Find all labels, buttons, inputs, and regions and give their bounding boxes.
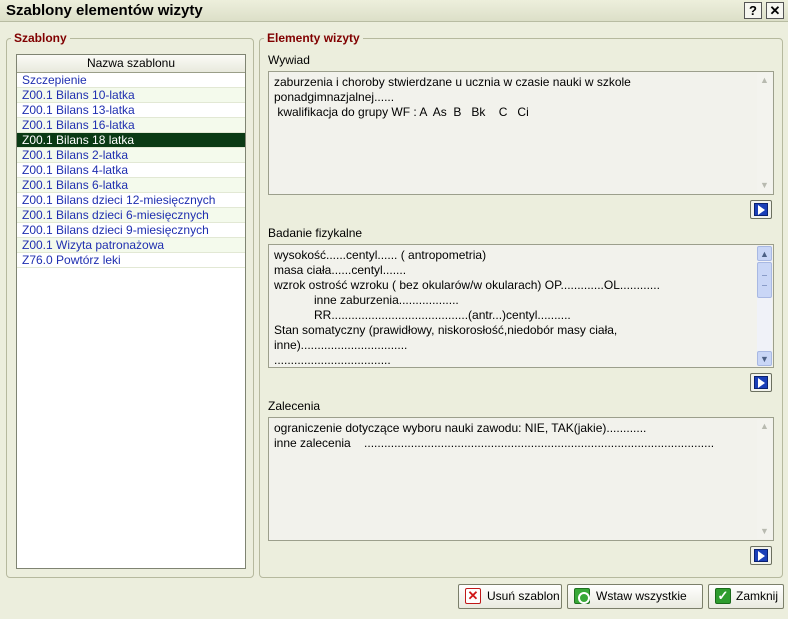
physical-exam-textbox[interactable]: wysokość......centyl...... ( antropometr… xyxy=(268,244,774,368)
scroll-down-icon[interactable]: ▼ xyxy=(757,351,772,366)
insert-recommendations-button[interactable] xyxy=(750,546,772,565)
insert-interview-button[interactable] xyxy=(750,200,772,219)
template-list-item[interactable]: Z00.1 Bilans dzieci 12-miesięcznych xyxy=(17,193,245,208)
arrow-right-icon xyxy=(754,549,768,562)
template-list-item[interactable]: Z00.1 Bilans 4-latka xyxy=(17,163,245,178)
insert-all-icon xyxy=(574,588,590,604)
templates-list[interactable]: Nazwa szablonu Szczepienie Z00.1 Bilans 1… xyxy=(16,54,246,569)
checkmark-icon: ✓ xyxy=(715,588,731,604)
recommendations-textbox[interactable]: ograniczenie dotyczące wyboru nauki zawo… xyxy=(268,417,774,541)
template-list-item[interactable]: Z76.0 Powtórz leki xyxy=(17,253,245,268)
recommendations-scrollbar[interactable]: ▲ ▼ xyxy=(757,419,772,539)
scroll-up-icon[interactable]: ▲ xyxy=(757,419,772,434)
close-label: Zamknij xyxy=(736,589,779,603)
insert-all-label: Wstaw wszystkie xyxy=(596,589,687,603)
interview-text: zaburzenia i choroby stwierdzane u uczni… xyxy=(274,75,631,119)
visit-elements-legend: Elementy wizyty xyxy=(264,31,363,45)
interview-label: Wywiad xyxy=(268,53,310,67)
recommendations-label: Zalecenia xyxy=(268,399,321,413)
delete-template-button[interactable]: ✕ Usuń szablon xyxy=(458,584,562,609)
close-window-button[interactable]: ✕ xyxy=(766,2,784,19)
help-button[interactable]: ? xyxy=(744,2,762,19)
templates-list-items: Szczepienie Z00.1 Bilans 10-latka Z00.1 Bi… xyxy=(17,73,245,268)
column-header-template-name[interactable]: Nazwa szablonu xyxy=(17,55,245,73)
template-list-item[interactable]: Z00.1 Wizyta patronażowa xyxy=(17,238,245,253)
scroll-up-icon[interactable]: ▲ xyxy=(757,246,772,261)
templates-group: Szablony Nazwa szablonu Szczepienie Z00.1… xyxy=(6,31,254,578)
template-list-item[interactable]: Z00.1 Bilans dzieci 6-miesięcznych xyxy=(17,208,245,223)
scroll-thumb[interactable] xyxy=(757,262,772,298)
delete-template-label: Usuń szablon xyxy=(487,589,560,603)
insert-all-button[interactable]: Wstaw wszystkie xyxy=(567,584,703,609)
interview-scrollbar[interactable]: ▲ ▼ xyxy=(757,73,772,193)
template-list-item[interactable]: Z00.1 Bilans 2-latka xyxy=(17,148,245,163)
delete-icon: ✕ xyxy=(465,588,481,604)
scroll-down-icon[interactable]: ▼ xyxy=(757,178,772,193)
window-title: Szablony elementów wizyty xyxy=(6,2,203,19)
interview-textbox[interactable]: zaburzenia i choroby stwierdzane u uczni… xyxy=(268,71,774,195)
template-list-item[interactable]: Z00.1 Bilans 13-latka xyxy=(17,103,245,118)
template-list-item[interactable]: Szczepienie xyxy=(17,73,245,88)
physical-exam-label: Badanie fizykalne xyxy=(268,226,363,240)
title-bar: Szablony elementów wizyty ? ✕ xyxy=(0,0,788,22)
physical-exam-text: wysokość......centyl...... ( antropometr… xyxy=(274,248,660,365)
close-button[interactable]: ✓ Zamknij xyxy=(708,584,784,609)
arrow-right-icon xyxy=(754,376,768,389)
template-list-item[interactable]: Z00.1 Bilans 6-latka xyxy=(17,178,245,193)
visit-elements-group: Elementy wizyty Wywiad zaburzenia i chor… xyxy=(259,31,783,578)
scroll-up-icon[interactable]: ▲ xyxy=(757,73,772,88)
physical-exam-scrollbar[interactable]: ▲ ▼ xyxy=(757,246,772,366)
arrow-right-icon xyxy=(754,203,768,216)
scroll-down-icon[interactable]: ▼ xyxy=(757,524,772,539)
template-list-item[interactable]: Z00.1 Bilans 18 latka xyxy=(17,133,245,148)
recommendations-text: ograniczenie dotyczące wyboru nauki zawo… xyxy=(274,421,715,450)
template-list-item[interactable]: Z00.1 Bilans 10-latka xyxy=(17,88,245,103)
template-list-item[interactable]: Z00.1 Bilans dzieci 9-miesięcznych xyxy=(17,223,245,238)
templates-legend: Szablony xyxy=(11,31,70,45)
insert-physical-exam-button[interactable] xyxy=(750,373,772,392)
template-list-item[interactable]: Z00.1 Bilans 16-latka xyxy=(17,118,245,133)
